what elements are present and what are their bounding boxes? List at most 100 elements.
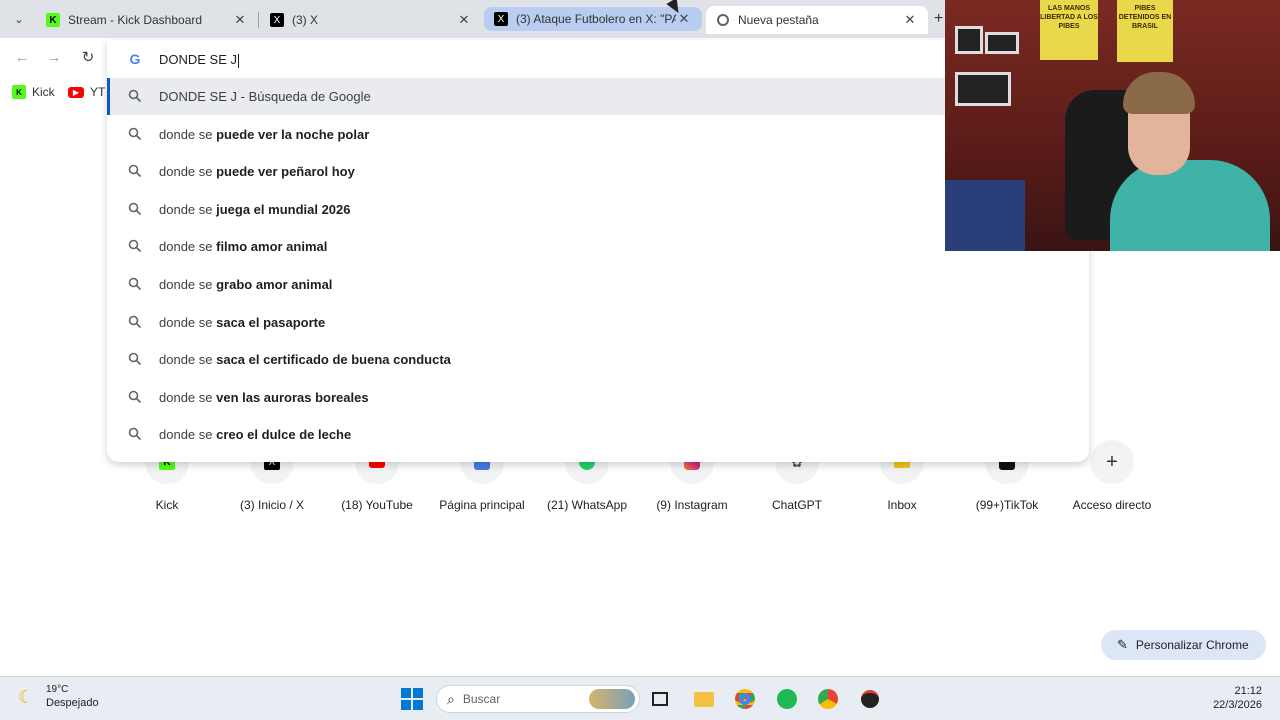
suggestion-text: donde se filmo amor animal	[159, 239, 328, 254]
webcam-overlay: LAS MANOS LIBERTAD A LOS PIBES PIBES DET…	[945, 0, 1280, 251]
clock-date: 22/3/2026	[1213, 699, 1262, 711]
tab-title: Nueva pestaña	[738, 13, 819, 27]
suggestion-item[interactable]: donde se saca el certificado de buena co…	[107, 341, 1089, 378]
search-highlight-image	[589, 689, 635, 709]
kick-icon: K	[12, 85, 26, 99]
suggestion-text: donde se grabo amor animal	[159, 277, 333, 292]
google-icon: G	[129, 51, 141, 67]
bookmark-kick[interactable]: K Kick	[12, 85, 55, 99]
search-icon	[128, 277, 142, 291]
chrome-icon	[716, 13, 730, 27]
close-icon[interactable]: ✕	[902, 12, 918, 28]
taskbar: ☾ 19°C Despejado ⌕ Buscar 21:12 22/3/202…	[0, 676, 1280, 720]
blanket	[945, 180, 1025, 251]
chrome-profile-icon[interactable]	[816, 687, 840, 711]
bookmark-label: Kick	[32, 85, 55, 99]
suggestion-item[interactable]: donde se saca el pasaporte	[107, 304, 1089, 341]
wall-poster: PIBES DETENIDOS EN BRASIL	[1117, 0, 1173, 62]
suggestion-text: donde se puede ver peñarol hoy	[159, 164, 355, 179]
suggestion-item[interactable]: donde se puede ver peñarol hoy	[107, 153, 1089, 190]
weather-desc: Despejado	[46, 697, 99, 709]
chevron-down-icon: ⌄	[14, 13, 24, 26]
suggestion-text: DONDE SE J - Búsqueda de Google	[159, 89, 371, 104]
weather-widget[interactable]: ☾ 19°C Despejado	[18, 684, 99, 709]
new-tab-plus-icon[interactable]: +	[934, 10, 943, 28]
shortcut-label: (99+)TikTok	[975, 498, 1039, 512]
omnibox-dropdown: G DONDE SE J DONDE SE J - Búsqueda de Go…	[107, 40, 1089, 462]
weather-temp: 19°C	[46, 684, 69, 695]
chrome-icon[interactable]	[733, 687, 757, 711]
tab-nueva-pestana[interactable]: Nueva pestaña ✕	[706, 6, 928, 34]
shortcut-label: (18) YouTube	[341, 498, 413, 512]
suggestion-text: donde se saca el certificado de buena co…	[159, 352, 451, 367]
shortcut-label: ChatGPT	[771, 498, 822, 512]
tab-separator	[258, 12, 259, 28]
suggestion-item[interactable]: donde se puede ver la noche polar	[107, 116, 1089, 153]
tab-title: Stream - Kick Dashboard	[68, 13, 203, 27]
tab-search-button[interactable]: ⌄	[8, 8, 30, 30]
youtube-icon: ▶	[68, 86, 84, 98]
wall-frame	[955, 26, 983, 54]
back-arrow-icon[interactable]: ←	[12, 48, 32, 68]
suggestion-text: donde se ven las auroras boreales	[159, 390, 369, 405]
tab-title: (3) Ataque Futbolero en X: "PAC	[516, 12, 676, 26]
suggestion-item[interactable]: donde se ven las auroras boreales	[107, 379, 1089, 416]
shortcut-label: Página principal	[439, 498, 525, 512]
close-icon[interactable]: ✕	[232, 12, 248, 28]
suggestion-text: donde se creo el dulce de leche	[159, 427, 352, 442]
suggestion-item[interactable]: DONDE SE J - Búsqueda de Google	[107, 78, 1089, 115]
search-icon	[128, 315, 142, 329]
search-icon	[128, 390, 142, 404]
app-icon[interactable]	[858, 687, 882, 711]
moon-icon: ☾	[18, 686, 35, 707]
tab-x[interactable]: X (3) X ✕	[260, 6, 482, 34]
suggestion-item[interactable]: donde se grabo amor animal	[107, 266, 1089, 303]
search-icon	[128, 89, 142, 103]
tab-kick-dashboard[interactable]: K Stream - Kick Dashboard ✕	[36, 6, 258, 34]
close-icon[interactable]: ✕	[676, 11, 692, 27]
shortcut-label: Inbox	[887, 498, 917, 512]
spotify-icon[interactable]	[775, 687, 799, 711]
task-view-icon[interactable]	[648, 687, 672, 711]
wall-poster: LAS MANOS LIBERTAD A LOS PIBES	[1040, 0, 1098, 60]
search-icon	[128, 427, 142, 441]
plus-icon: +	[1090, 440, 1134, 484]
address-input-text[interactable]: DONDE SE J	[159, 52, 240, 68]
shortcut-label: (3) Inicio / X	[239, 498, 305, 512]
tab-title: (3) X	[292, 13, 319, 27]
windows-start-icon[interactable]	[400, 687, 424, 711]
bookmark-label: YT	[90, 85, 106, 99]
pencil-icon: ✎	[1117, 637, 1128, 652]
x-icon: X	[494, 12, 508, 26]
suggestion-item[interactable]: donde se juega el mundial 2026	[107, 191, 1089, 228]
clock-time: 21:12	[1234, 685, 1262, 697]
forward-arrow-icon[interactable]: →	[44, 48, 64, 68]
file-explorer-icon[interactable]	[692, 687, 716, 711]
reload-icon[interactable]: ↻	[78, 48, 98, 68]
customize-label: Personalizar Chrome	[1135, 638, 1249, 652]
customize-chrome-button[interactable]: ✎ Personalizar Chrome	[1101, 630, 1266, 660]
taskbar-search[interactable]: ⌕ Buscar	[436, 685, 640, 713]
search-icon	[128, 352, 142, 366]
shortcut-label: (21) WhatsApp	[546, 498, 628, 512]
taskbar-search-placeholder: Buscar	[462, 692, 501, 706]
search-icon	[128, 239, 142, 253]
shortcut-label: Kick	[155, 498, 179, 512]
suggestion-text: donde se juega el mundial 2026	[159, 202, 351, 217]
system-clock[interactable]: 21:12 22/3/2026	[1213, 684, 1262, 712]
streamer-body	[1110, 160, 1270, 251]
x-icon: X	[270, 13, 284, 27]
close-icon[interactable]: ✕	[456, 12, 472, 28]
bookmark-yt[interactable]: ▶ YT	[68, 85, 105, 99]
address-bar[interactable]: G DONDE SE J	[107, 40, 1089, 78]
search-icon	[128, 127, 142, 141]
search-icon	[128, 164, 142, 178]
shortcut-label: Acceso directo	[1072, 498, 1152, 512]
suggestion-item[interactable]: donde se creo el dulce de leche	[107, 416, 1089, 453]
suggestion-text: donde se saca el pasaporte	[159, 315, 326, 330]
shortcut-label: (9) Instagram	[656, 498, 728, 512]
kick-icon: K	[46, 13, 60, 27]
suggestion-item[interactable]: donde se filmo amor animal	[107, 228, 1089, 265]
search-icon	[128, 202, 142, 216]
suggestion-text: donde se puede ver la noche polar	[159, 127, 370, 142]
